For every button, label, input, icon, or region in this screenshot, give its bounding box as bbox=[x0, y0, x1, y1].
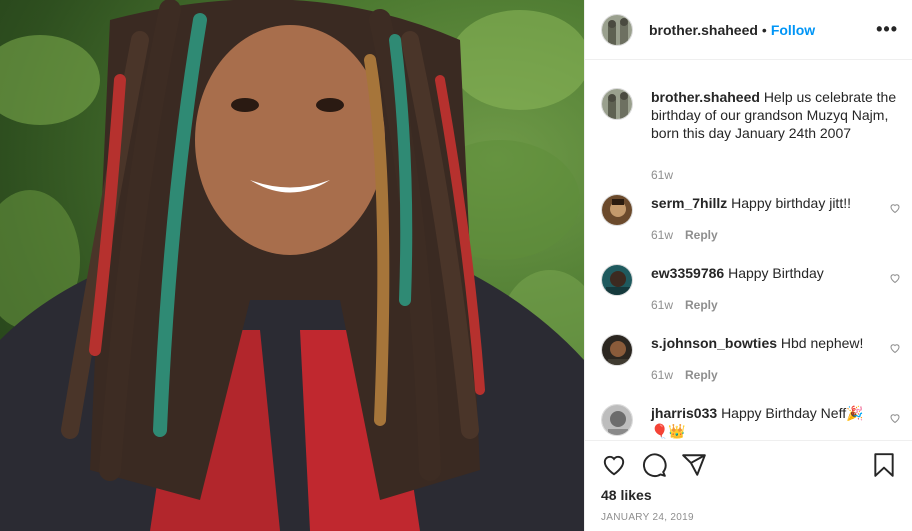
comment-avatar[interactable] bbox=[601, 194, 633, 226]
comment-time[interactable]: 61w bbox=[651, 368, 673, 382]
reply-button[interactable]: Reply bbox=[685, 368, 718, 382]
post-date[interactable]: JANUARY 24, 2019 bbox=[601, 512, 694, 523]
comments-list: brother.shaheed Help us celebrate the bi… bbox=[585, 61, 912, 439]
comment-like-icon[interactable] bbox=[889, 342, 901, 354]
likes-count[interactable]: 48 likes bbox=[601, 487, 652, 503]
comment-like-icon[interactable] bbox=[889, 412, 901, 424]
actions-divider bbox=[585, 440, 912, 441]
comment-avatar[interactable] bbox=[601, 404, 633, 436]
comment-username[interactable]: s.johnson_bowties bbox=[651, 335, 777, 351]
reply-button[interactable]: Reply bbox=[685, 298, 718, 312]
reply-button[interactable]: Reply bbox=[685, 228, 718, 242]
comment-avatar[interactable] bbox=[601, 334, 633, 366]
follow-button[interactable]: Follow bbox=[771, 22, 815, 38]
comment-username[interactable]: ew3359786 bbox=[651, 265, 724, 281]
comment-time[interactable]: 61w bbox=[651, 298, 673, 312]
caption-avatar[interactable] bbox=[601, 88, 633, 120]
heart-icon[interactable] bbox=[601, 452, 627, 478]
separator-dot: • bbox=[761, 21, 767, 38]
more-options-icon[interactable]: ••• bbox=[876, 19, 898, 40]
comment-icon[interactable] bbox=[641, 452, 667, 478]
comment-like-icon[interactable] bbox=[889, 272, 901, 284]
comment-text: Happy Birthday bbox=[728, 265, 824, 281]
photo-illustration bbox=[0, 0, 584, 531]
comment-text: Hbd nephew! bbox=[780, 335, 864, 351]
comment-avatar[interactable] bbox=[601, 264, 633, 296]
caption-time[interactable]: 61w bbox=[651, 168, 673, 182]
author-username[interactable]: brother.shaheed bbox=[649, 22, 758, 38]
comment-time[interactable]: 61w bbox=[651, 228, 673, 242]
post-photo[interactable] bbox=[0, 0, 584, 531]
author-avatar[interactable] bbox=[601, 13, 633, 46]
caption-username[interactable]: brother.shaheed bbox=[651, 89, 760, 105]
comment-username[interactable]: serm_7hillz bbox=[651, 195, 727, 211]
comment-like-icon[interactable] bbox=[889, 202, 901, 214]
comment-text: Happy birthday jitt!! bbox=[731, 195, 851, 211]
post-header: brother.shaheed • Follow ••• bbox=[585, 0, 912, 60]
post-actions bbox=[601, 452, 897, 480]
comment-username[interactable]: jharris033 bbox=[651, 405, 717, 421]
bookmark-icon[interactable] bbox=[871, 452, 897, 478]
share-icon[interactable] bbox=[681, 452, 707, 478]
post-side-panel: brother.shaheed • Follow ••• brother.sha… bbox=[584, 0, 912, 531]
